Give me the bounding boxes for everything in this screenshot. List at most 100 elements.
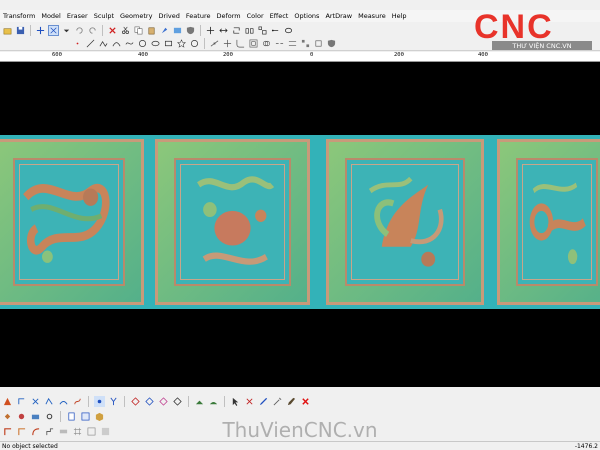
move-icon[interactable] <box>205 25 216 36</box>
corner-curve-icon[interactable] <box>30 426 41 437</box>
delete-icon[interactable] <box>107 25 118 36</box>
paint-icon[interactable] <box>159 25 170 36</box>
cross-icon[interactable] <box>30 396 41 407</box>
ruler-label: 400 <box>138 52 148 58</box>
view-icon[interactable] <box>172 25 183 36</box>
carved-relief-model[interactable] <box>0 135 600 309</box>
scale-icon[interactable] <box>218 25 229 36</box>
cut-icon[interactable] <box>120 25 131 36</box>
shield-icon[interactable] <box>326 38 337 49</box>
table-icon[interactable] <box>86 426 97 437</box>
separator <box>204 38 205 49</box>
corner-tl-icon[interactable] <box>2 426 13 437</box>
join-icon[interactable] <box>287 38 298 49</box>
gear-icon[interactable] <box>44 411 55 422</box>
corner-icon[interactable] <box>16 396 27 407</box>
undo-icon[interactable] <box>74 25 85 36</box>
join-vector-icon[interactable] <box>44 396 55 407</box>
separator <box>124 395 125 407</box>
select-area-icon[interactable] <box>244 396 255 407</box>
fork-icon[interactable] <box>108 396 119 407</box>
frame-icon[interactable] <box>58 426 69 437</box>
sculpt-icon[interactable] <box>194 396 205 407</box>
ellipse-icon[interactable] <box>150 38 161 49</box>
paste-icon[interactable] <box>146 25 157 36</box>
document-icon[interactable] <box>66 411 77 422</box>
star-icon[interactable] <box>176 38 187 49</box>
dropdown-icon[interactable] <box>61 25 72 36</box>
menu-item-deform[interactable]: Deform <box>213 12 243 20</box>
copy-icon[interactable] <box>133 25 144 36</box>
weld-icon[interactable] <box>261 38 272 49</box>
save-icon[interactable] <box>15 25 26 36</box>
pen-icon[interactable] <box>258 396 269 407</box>
separator <box>224 395 225 407</box>
bridge-icon[interactable] <box>58 396 69 407</box>
plus-icon[interactable] <box>35 25 46 36</box>
separator <box>60 410 61 422</box>
menu-item-artdraw[interactable]: ArtDraw <box>322 12 355 20</box>
polyline-icon[interactable] <box>98 38 109 49</box>
menu-item-geometry[interactable]: Geometry <box>117 12 155 20</box>
menu-item-feature[interactable]: Feature <box>183 12 214 20</box>
menu-item-measure[interactable]: Measure <box>355 12 389 20</box>
magic-icon[interactable] <box>272 396 283 407</box>
diamond-dark-icon[interactable] <box>172 396 183 407</box>
array-icon[interactable] <box>300 38 311 49</box>
diamond-red-icon[interactable] <box>130 396 141 407</box>
group-icon[interactable] <box>270 25 281 36</box>
menu-item-eraser[interactable]: Eraser <box>64 12 91 20</box>
node-edit-icon[interactable] <box>209 38 220 49</box>
view-front-icon[interactable] <box>80 411 91 422</box>
select-icon[interactable] <box>48 24 59 36</box>
cloud-icon[interactable] <box>283 25 294 36</box>
redo-icon[interactable] <box>87 25 98 36</box>
relief-panel-inner <box>516 158 598 286</box>
mirror-icon[interactable] <box>244 25 255 36</box>
menu-item-effect[interactable]: Effect <box>267 12 292 20</box>
arc-icon[interactable] <box>111 38 122 49</box>
spline-icon[interactable] <box>124 38 135 49</box>
layer-icon[interactable] <box>30 411 41 422</box>
menu-item-sculpt[interactable]: Sculpt <box>91 12 117 20</box>
select-arrow-icon[interactable] <box>230 396 241 407</box>
rotate-icon[interactable] <box>231 25 242 36</box>
grid-icon[interactable] <box>72 426 83 437</box>
diamond-blue-icon[interactable] <box>144 396 155 407</box>
menu-item-help[interactable]: Help <box>389 12 410 20</box>
transform-icon[interactable] <box>313 38 324 49</box>
view-3d-icon[interactable] <box>94 411 105 422</box>
menu-item-color[interactable]: Color <box>244 12 267 20</box>
3d-viewport[interactable] <box>0 62 600 387</box>
brush-icon[interactable] <box>286 396 297 407</box>
shield-icon[interactable] <box>185 25 196 36</box>
align-icon[interactable] <box>257 25 268 36</box>
close-red-icon[interactable] <box>300 396 311 407</box>
offset-icon[interactable] <box>248 38 259 49</box>
circle-icon[interactable] <box>137 38 148 49</box>
menu-item-model[interactable]: Model <box>38 12 64 20</box>
corner-tr-icon[interactable] <box>16 426 27 437</box>
curve-icon[interactable] <box>72 396 83 407</box>
bevel-icon[interactable] <box>2 396 13 407</box>
line-icon[interactable] <box>85 38 96 49</box>
fillet-icon[interactable] <box>235 38 246 49</box>
break-icon[interactable] <box>274 38 285 49</box>
point-icon[interactable] <box>72 38 83 49</box>
ruler-label: 600 <box>52 52 62 58</box>
color-pick-icon[interactable] <box>16 411 27 422</box>
round-icon[interactable] <box>189 38 200 49</box>
diamond-mix-icon[interactable] <box>158 396 169 407</box>
corner-step-icon[interactable] <box>44 426 55 437</box>
sculpt-smooth-icon[interactable] <box>208 396 219 407</box>
open-icon[interactable] <box>2 25 13 36</box>
menu-item-options[interactable]: Options <box>291 12 322 20</box>
rectangle-icon[interactable] <box>163 38 174 49</box>
texture-icon[interactable] <box>100 426 111 437</box>
node-dot-icon[interactable] <box>94 395 105 407</box>
paint-bucket-icon[interactable] <box>2 411 13 422</box>
trim-icon[interactable] <box>222 38 233 49</box>
menu-item-transform[interactable]: Transform <box>0 12 38 20</box>
menu-item-drived[interactable]: Drived <box>155 12 182 20</box>
separator <box>200 24 201 36</box>
